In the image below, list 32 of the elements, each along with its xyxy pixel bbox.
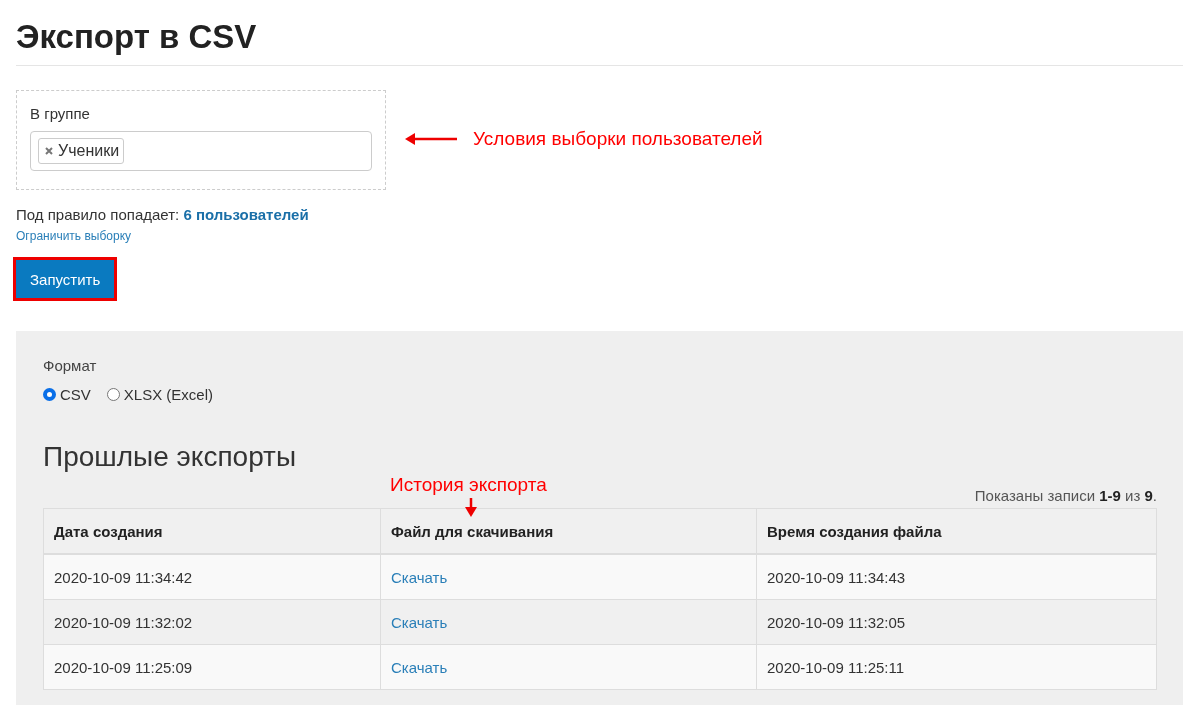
annotation-label: История экспорта bbox=[390, 474, 547, 496]
group-input-field[interactable]: Ученики bbox=[30, 131, 372, 171]
download-link[interactable]: Скачать bbox=[391, 568, 448, 586]
records-summary: Показаны записи 1-9 из 9. bbox=[974, 487, 1157, 504]
radio-label: XLSX (Excel) bbox=[123, 386, 214, 403]
table-cell: 2020-10-09 11:25:09 bbox=[43, 644, 381, 690]
table-cell: 2020-10-09 11:34:42 bbox=[43, 554, 381, 600]
page-title: Экспорт в CSV bbox=[16, 17, 258, 57]
section-heading: Прошлые экспорты bbox=[43, 441, 298, 473]
users-count-link[interactable]: 6 пользователей bbox=[183, 206, 309, 223]
arrow-icon bbox=[465, 498, 477, 517]
column-header: Дата создания bbox=[43, 508, 381, 554]
limit-selection-link[interactable]: Ограничить выборку bbox=[16, 229, 1183, 243]
table-cell: 2020-10-09 11:25:11 bbox=[756, 644, 1157, 690]
filter-label: В группе bbox=[30, 105, 91, 122]
annotation-label: Условия выборки пользователей bbox=[473, 128, 763, 150]
arrow-icon bbox=[405, 133, 459, 145]
remove-icon bbox=[45, 147, 53, 155]
run-button[interactable]: Запустить bbox=[13, 257, 118, 301]
download-link[interactable]: Скачать bbox=[391, 613, 448, 631]
table-cell: 2020-10-09 11:32:02 bbox=[43, 599, 381, 645]
column-header: Время создания файла bbox=[756, 508, 1157, 554]
format-label: Формат bbox=[43, 357, 98, 374]
table-cell: 2020-10-09 11:32:05 bbox=[756, 599, 1157, 645]
radio-label: CSV bbox=[60, 386, 91, 403]
match-summary: Под правило попадает: 6 пользователей bbox=[16, 206, 310, 223]
table-cell: 2020-10-09 11:34:43 bbox=[756, 554, 1157, 600]
radio-button[interactable] bbox=[43, 388, 56, 401]
radio-button[interactable] bbox=[106, 388, 120, 401]
download-link[interactable]: Скачать bbox=[391, 658, 448, 676]
column-header: Файл для скачивания bbox=[380, 508, 757, 554]
tag-label: Ученики bbox=[58, 142, 120, 160]
